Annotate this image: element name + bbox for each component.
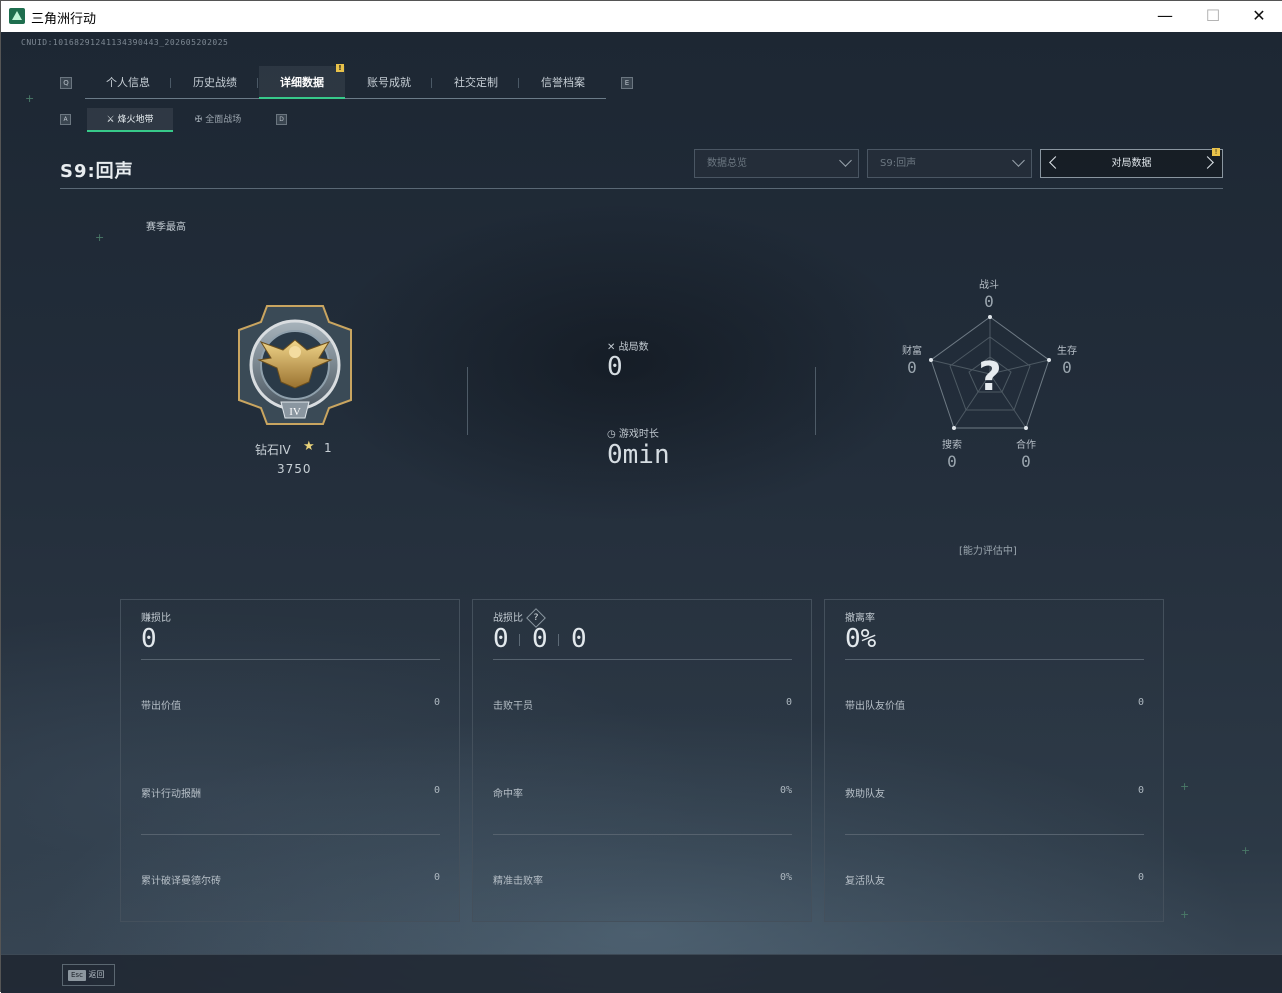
divider [141, 834, 440, 835]
card-value: 0 [141, 624, 157, 654]
tab-details[interactable]: 详细数据! [259, 64, 345, 99]
maximize-button[interactable]: ☐ [1190, 1, 1236, 32]
card-title: 撤离率 [845, 613, 875, 624]
card-title: 赚损比 [141, 613, 171, 624]
subtab-prev-key[interactable]: A [60, 114, 71, 125]
stat-row: 命中率 0% [493, 785, 792, 800]
decor-cross: + [95, 231, 105, 244]
matches-label: ✕ 战局数 [607, 342, 649, 353]
radar-cooperation-value: 0 [1021, 452, 1031, 471]
tab-history[interactable]: 历史战绩 [172, 66, 258, 99]
radar-combat-value: 0 [984, 292, 994, 311]
playtime-value: 0min [607, 440, 670, 470]
tab-reputation[interactable]: 信誉档案 [520, 66, 606, 99]
minimize-button[interactable]: — [1142, 1, 1188, 32]
stat-row: 救助队友 0 [845, 785, 1144, 800]
rank-name: 钻石IV [255, 443, 291, 457]
card-value: 0 [571, 624, 587, 654]
divider [845, 659, 1144, 660]
tab-achievements[interactable]: 账号成就 [346, 66, 432, 99]
matches-value: 0 [607, 352, 623, 382]
rank-emblem-icon: IV [238, 305, 352, 425]
user-id: CNUID:1016829124113439044З_202605202025 [21, 38, 229, 47]
decor-cross: + [25, 92, 35, 105]
footer-bar: Esc 返回 [1, 954, 1282, 993]
divider [493, 834, 792, 835]
season-best-label: 赛季最高 [146, 222, 186, 233]
svg-text:IV: IV [289, 406, 301, 418]
divider [519, 634, 520, 646]
profit-loss-card: 赚损比 0 带出价值 0 累计行动报酬 0 累计破译曼德尔砖 0 [120, 599, 460, 922]
tab-social[interactable]: 社交定制 [433, 66, 519, 99]
stat-row: 击败干员 0 [493, 697, 792, 712]
stat-row: 累计行动报酬 0 [141, 785, 440, 800]
extraction-rate-card: 撤离率 0% 带出队友价值 0 救助队友 0 复活队友 0 [824, 599, 1164, 922]
divider [815, 367, 816, 435]
window-title: 三角洲行动 [31, 12, 97, 27]
title-bar: 三角洲行动 — ☐ ✕ [1, 1, 1282, 32]
tab-next-key[interactable]: E [621, 77, 633, 89]
radar-wealth-label: 财富 [902, 346, 922, 357]
star-icon: ★ [303, 439, 315, 454]
ability-status: [能力评估中] [959, 546, 1017, 557]
rank-score: 3750 [277, 462, 312, 476]
ability-radar-chart: ? [929, 315, 1051, 430]
stat-row: 累计破译曼德尔砖 0 [141, 872, 440, 887]
subtab-next-key[interactable]: D [276, 114, 287, 125]
playtime-label: ◷ 游戏时长 [607, 429, 659, 440]
stat-row: 复活队友 0 [845, 872, 1144, 887]
season-title: S9:回声 [60, 161, 134, 182]
card-value: 0% [845, 624, 877, 654]
main-tabs: 个人信息 历史战绩 详细数据! 账号成就 社交定制 信誉档案 [85, 64, 606, 99]
subtab-hazard-zone[interactable]: ⚔ 烽火地带 [87, 108, 173, 132]
tab-profile[interactable]: 个人信息 [85, 66, 171, 99]
new-badge: ! [1212, 148, 1220, 156]
kd-card: 战损比? 0 0 0 击败干员 0 命中率 0% 精准击败率 0% [472, 599, 812, 922]
divider [493, 659, 792, 660]
card-title: 战损比? [493, 608, 546, 628]
chevron-down-icon [1012, 154, 1025, 167]
app-logo-icon [9, 8, 25, 24]
decor-cross: + [1180, 908, 1190, 921]
decor-cross: + [1241, 844, 1251, 857]
close-button[interactable]: ✕ [1236, 1, 1282, 32]
radar-search-value: 0 [947, 452, 957, 471]
chevron-left-icon[interactable] [1049, 156, 1062, 169]
new-badge: ! [336, 64, 344, 72]
subtab-warfare[interactable]: ✠ 全面战场 [175, 108, 261, 132]
divider [845, 834, 1144, 835]
radar-search-label: 搜索 [942, 440, 962, 451]
app-content: CNUID:1016829124113439044З_202605202025 … [1, 32, 1282, 993]
unknown-ability-icon: ? [978, 354, 1001, 400]
rank-stars: 1 [324, 441, 332, 455]
radar-wealth-value: 0 [907, 358, 917, 377]
stat-row: 精准击败率 0% [493, 872, 792, 887]
divider [60, 188, 1223, 189]
radar-survival-value: 0 [1062, 358, 1072, 377]
back-button[interactable]: Esc 返回 [62, 964, 115, 986]
tab-prev-key[interactable]: Q [60, 77, 72, 89]
chevron-down-icon [839, 154, 852, 167]
radar-cooperation-label: 合作 [1016, 440, 1036, 451]
radar-survival-label: 生存 [1057, 346, 1077, 357]
season-dropdown[interactable]: S9:回声 [867, 149, 1032, 178]
stat-row: 带出价值 0 [141, 697, 440, 712]
radar-combat-label: 战斗 [979, 280, 999, 291]
match-data-pager[interactable]: 对局数据 ! [1040, 148, 1223, 178]
card-value: 0 [493, 624, 509, 654]
chevron-right-icon[interactable] [1201, 156, 1214, 169]
divider [467, 367, 468, 435]
divider [558, 634, 559, 646]
stat-row: 带出队友价值 0 [845, 697, 1144, 712]
divider [141, 659, 440, 660]
clock-icon: ◷ [607, 429, 616, 440]
esc-key: Esc [68, 970, 86, 981]
game-window: 三角洲行动 — ☐ ✕ CNUID:1016829124113439044З_2… [0, 0, 1282, 993]
data-type-dropdown[interactable]: 数据总览 [694, 149, 859, 178]
decor-cross: + [1180, 780, 1190, 793]
card-value: 0 [532, 624, 548, 654]
